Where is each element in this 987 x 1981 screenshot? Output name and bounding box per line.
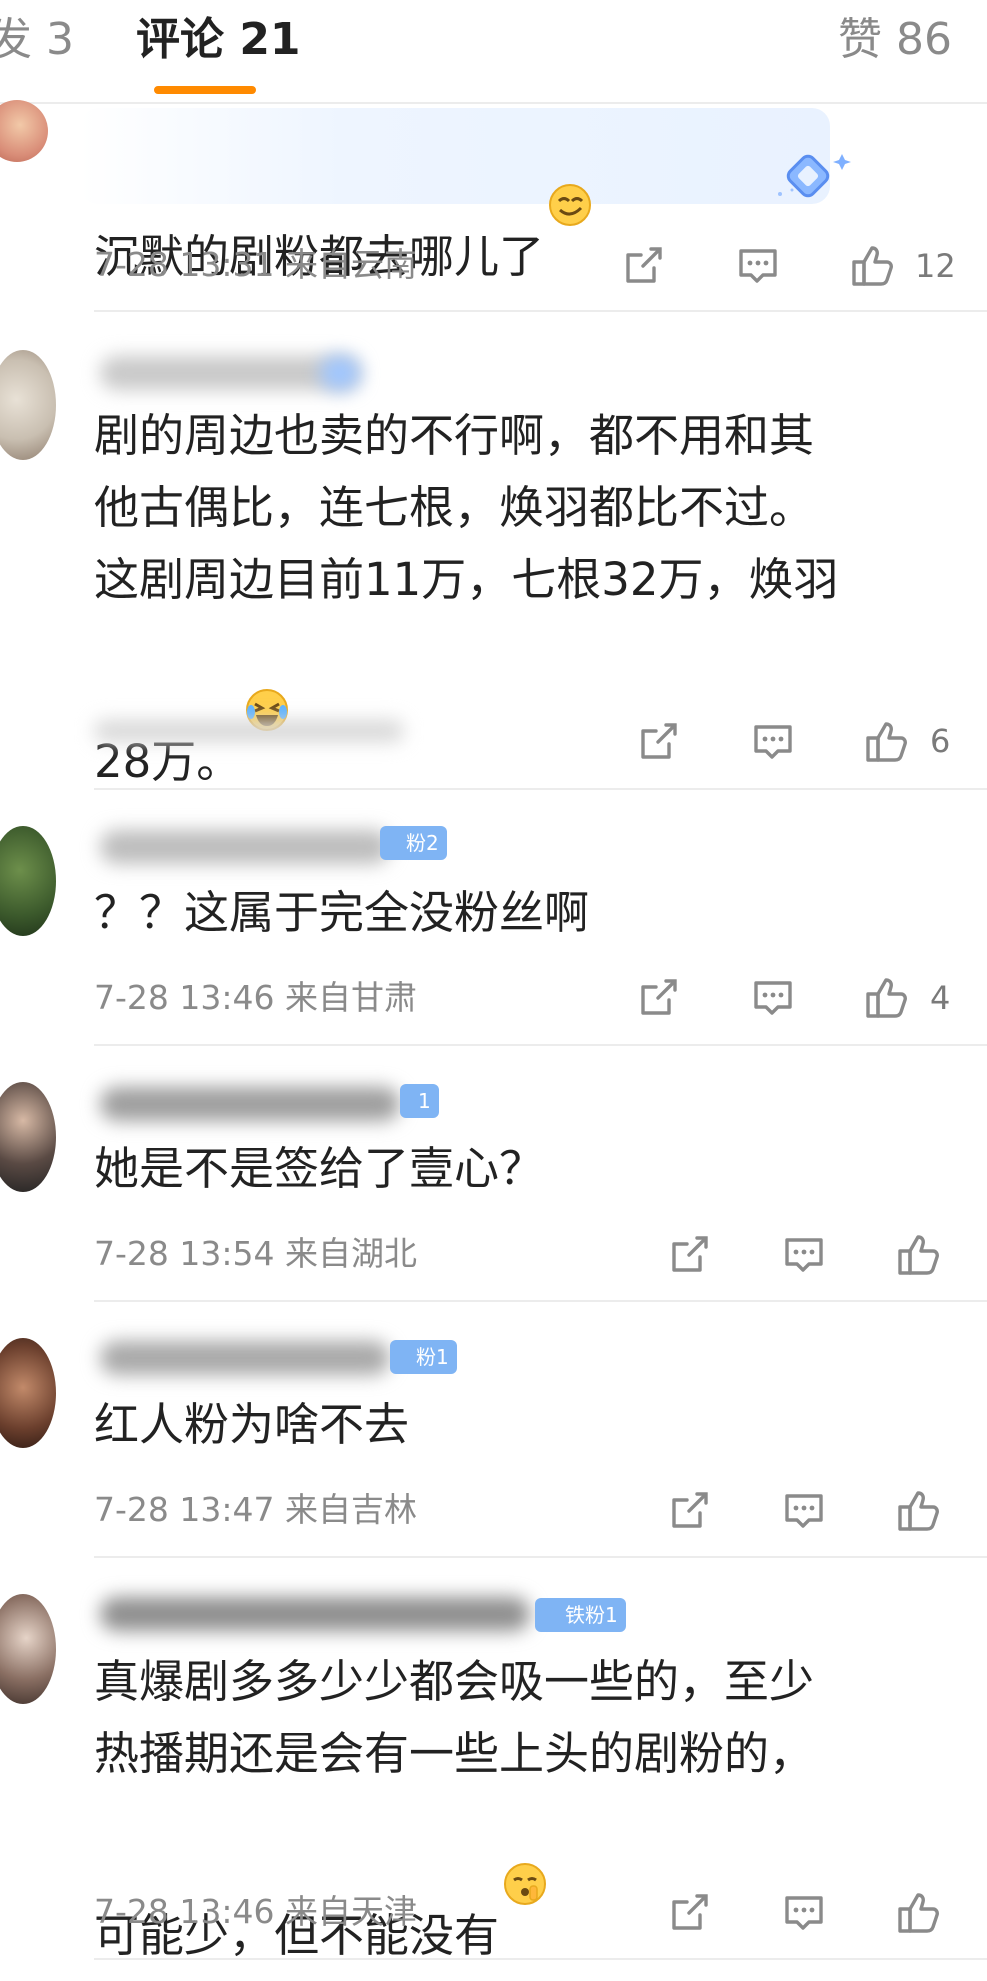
divider bbox=[94, 1300, 987, 1302]
share-icon[interactable] bbox=[621, 242, 667, 288]
like-icon[interactable] bbox=[863, 718, 909, 764]
shush-emoji-icon bbox=[503, 1790, 547, 1905]
divider bbox=[94, 1556, 987, 1558]
divider bbox=[94, 310, 987, 312]
laugh-cry-emoji-icon bbox=[245, 616, 289, 731]
comment-text: ？？这属于完全没粉丝啊 bbox=[94, 886, 590, 939]
smirk-emoji-icon bbox=[548, 111, 592, 226]
avatar[interactable] bbox=[0, 100, 48, 162]
like-icon[interactable] bbox=[895, 1231, 941, 1277]
like-count: 4 bbox=[930, 979, 951, 1017]
username-blurred[interactable] bbox=[100, 1597, 530, 1631]
comment-text: 红人粉为啥不去 bbox=[94, 1398, 410, 1451]
share-icon[interactable] bbox=[667, 1487, 713, 1533]
username-blurred bbox=[320, 356, 360, 390]
comment-meta: 7-28 13:46 来自甘肃 bbox=[94, 978, 417, 1017]
reply-icon[interactable] bbox=[750, 974, 796, 1020]
avatar[interactable] bbox=[0, 1338, 56, 1448]
avatar[interactable] bbox=[0, 350, 56, 460]
like-count: 12 bbox=[915, 247, 956, 285]
reply-icon[interactable] bbox=[781, 1487, 827, 1533]
like-icon[interactable] bbox=[895, 1487, 941, 1533]
like-icon[interactable] bbox=[849, 242, 895, 288]
fan-badge: 铁粉1 bbox=[535, 1598, 626, 1632]
meta-blurred bbox=[94, 720, 404, 742]
reply-icon[interactable] bbox=[781, 1889, 827, 1935]
fan-badge: 粉2 bbox=[380, 826, 447, 860]
fan-badge: 粉1 bbox=[390, 1340, 457, 1374]
divider bbox=[94, 1044, 987, 1046]
reply-icon[interactable] bbox=[735, 242, 781, 288]
tab-repost[interactable]: 发 3 bbox=[0, 18, 74, 62]
avatar[interactable] bbox=[0, 1594, 56, 1704]
like-icon[interactable] bbox=[863, 974, 909, 1020]
comment-meta: 7-28 13:47 来自吉林 bbox=[94, 1490, 417, 1529]
divider bbox=[94, 1958, 987, 1960]
share-icon[interactable] bbox=[667, 1231, 713, 1277]
comment-meta: 7-28 13:54 来自湖北 bbox=[94, 1234, 417, 1273]
comment-meta: 7-28 13:31 来自云南 bbox=[94, 245, 417, 284]
like-icon[interactable] bbox=[895, 1889, 941, 1935]
share-icon[interactable] bbox=[667, 1889, 713, 1935]
avatar[interactable] bbox=[0, 826, 56, 936]
active-tab-indicator bbox=[154, 86, 256, 94]
tab-likes[interactable]: 赞 86 bbox=[838, 18, 952, 62]
fan-badge: 1 bbox=[400, 1084, 439, 1118]
username-blurred[interactable] bbox=[100, 1087, 400, 1121]
comment-text: 她是不是签给了壹心？ bbox=[94, 1142, 545, 1195]
username-blurred[interactable] bbox=[100, 830, 390, 864]
share-icon[interactable] bbox=[636, 718, 682, 764]
username-blurred[interactable] bbox=[100, 1341, 390, 1375]
reply-icon[interactable] bbox=[781, 1231, 827, 1277]
tab-comments[interactable]: 评论 21 bbox=[136, 18, 301, 62]
divider bbox=[94, 788, 987, 790]
like-count: 6 bbox=[930, 722, 951, 760]
avatar[interactable] bbox=[0, 1082, 56, 1192]
share-icon[interactable] bbox=[636, 974, 682, 1020]
reply-icon[interactable] bbox=[750, 718, 796, 764]
comment-meta: 7-28 13:46 来自天津 bbox=[94, 1892, 417, 1931]
header-divider bbox=[0, 102, 987, 104]
